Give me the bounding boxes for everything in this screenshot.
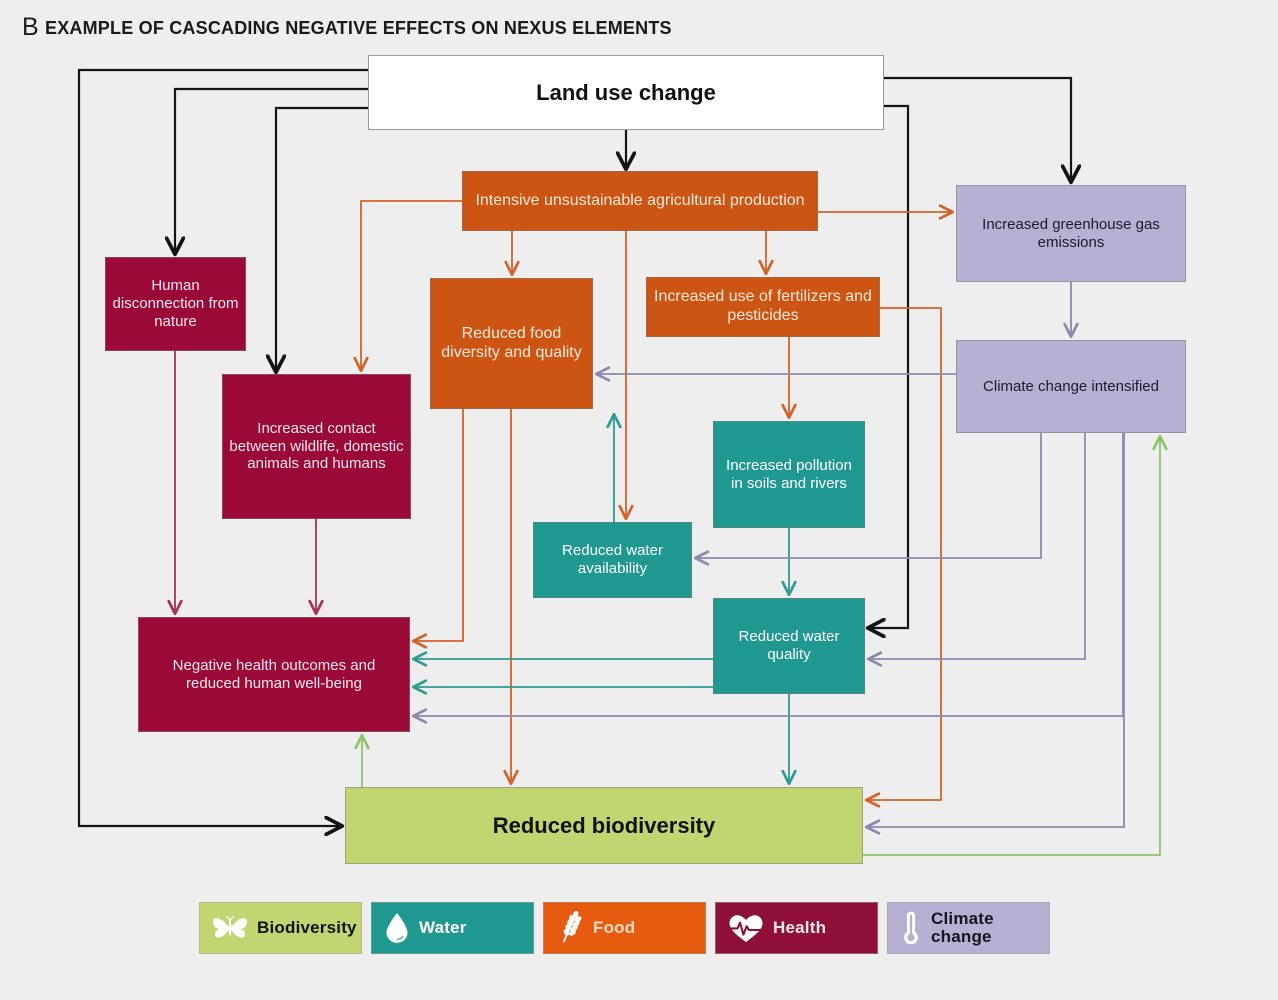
node-increased-fertilizers[interactable]: Increased use of fertilizers and pestici… <box>646 277 880 337</box>
water-drop-icon <box>384 912 410 944</box>
node-label-intensive-agriculture: Intensive unsustainable agricultural pro… <box>475 191 805 209</box>
legend-item-climate-change[interactable]: Climate change <box>887 902 1050 954</box>
node-human-disconnection[interactable]: Human disconnection from nature <box>105 257 246 351</box>
diagram-canvas: B EXAMPLE OF CASCADING NEGATIVE EFFECTS … <box>0 0 1278 1000</box>
legend-label-water: Water <box>419 918 467 938</box>
edge-water-quality-to-food-diversity <box>411 600 718 667</box>
butterfly-icon <box>212 913 248 943</box>
node-climate-change-intensified[interactable]: Climate change intensified <box>956 340 1186 433</box>
edge-food-diversity-to-health <box>411 409 464 649</box>
node-increased-pollution[interactable]: Increased pollution in soils and rivers <box>713 421 865 528</box>
edge-luc-to-reduced-water-quality <box>869 104 910 628</box>
edge-luc-to-human-disconnection <box>175 87 368 253</box>
legend-item-food[interactable]: Food <box>543 902 706 954</box>
node-reduced-water-availability[interactable]: Reduced water availability <box>533 522 692 598</box>
node-label-reduced-food-diversity: Reduced food diversity and quality <box>441 324 582 361</box>
node-label-human-disconnection: Human disconnection from nature <box>112 277 239 330</box>
legend: Biodiversity Water Food Health Climate c… <box>199 902 1050 954</box>
legend-label-food: Food <box>593 918 636 938</box>
wheat-icon <box>556 911 584 945</box>
node-label-increased-greenhouse-gas: Increased greenhouse gas emissions <box>982 215 1160 251</box>
edge-luc-to-increased-contact <box>276 106 368 371</box>
edge-luc-to-greenhouse-gas <box>884 76 1071 181</box>
node-label-increased-fertilizers: Increased use of fertilizers and pestici… <box>654 288 872 324</box>
node-label-negative-health-outcomes: Negative health outcomes and reduced hum… <box>172 656 376 692</box>
node-label-reduced-water-availability: Reduced water availability <box>562 542 663 577</box>
node-negative-health-outcomes[interactable]: Negative health outcomes and reduced hum… <box>138 617 410 732</box>
legend-item-biodiversity[interactable]: Biodiversity <box>199 902 362 954</box>
node-label-increased-pollution: Increased pollution in soils and rivers <box>726 456 852 492</box>
node-land-use-change[interactable]: Land use change <box>368 55 884 130</box>
legend-item-water[interactable]: Water <box>371 902 534 954</box>
node-intensive-agriculture[interactable]: Intensive unsustainable agricultural pro… <box>462 171 818 231</box>
node-increased-greenhouse-gas[interactable]: Increased greenhouse gas emissions <box>956 185 1186 282</box>
node-reduced-food-diversity[interactable]: Reduced food diversity and quality <box>430 278 593 409</box>
legend-label-health: Health <box>773 918 827 938</box>
legend-item-health[interactable]: Health <box>715 902 878 954</box>
thermometer-icon <box>900 910 922 946</box>
edge-climate-to-water-quality <box>866 433 1086 667</box>
legend-label-climate-change: Climate change <box>931 909 994 946</box>
legend-label-biodiversity: Biodiversity <box>257 918 357 938</box>
node-label-reduced-biodiversity: Reduced biodiversity <box>492 812 716 838</box>
node-label-land-use-change: Land use change <box>536 79 716 105</box>
heart-pulse-icon <box>728 913 764 944</box>
node-label-increased-contact: Increased contact between wildlife, dome… <box>229 419 404 473</box>
node-reduced-biodiversity[interactable]: Reduced biodiversity <box>345 787 863 864</box>
node-label-climate-change-intensified: Climate change intensified <box>983 377 1159 395</box>
node-label-reduced-water-quality: Reduced water quality <box>738 628 840 663</box>
node-reduced-water-quality[interactable]: Reduced water quality <box>713 598 865 694</box>
edge-fertilizers-to-reduced-biodiversity <box>864 307 942 808</box>
node-increased-contact[interactable]: Increased contact between wildlife, dome… <box>222 374 411 519</box>
